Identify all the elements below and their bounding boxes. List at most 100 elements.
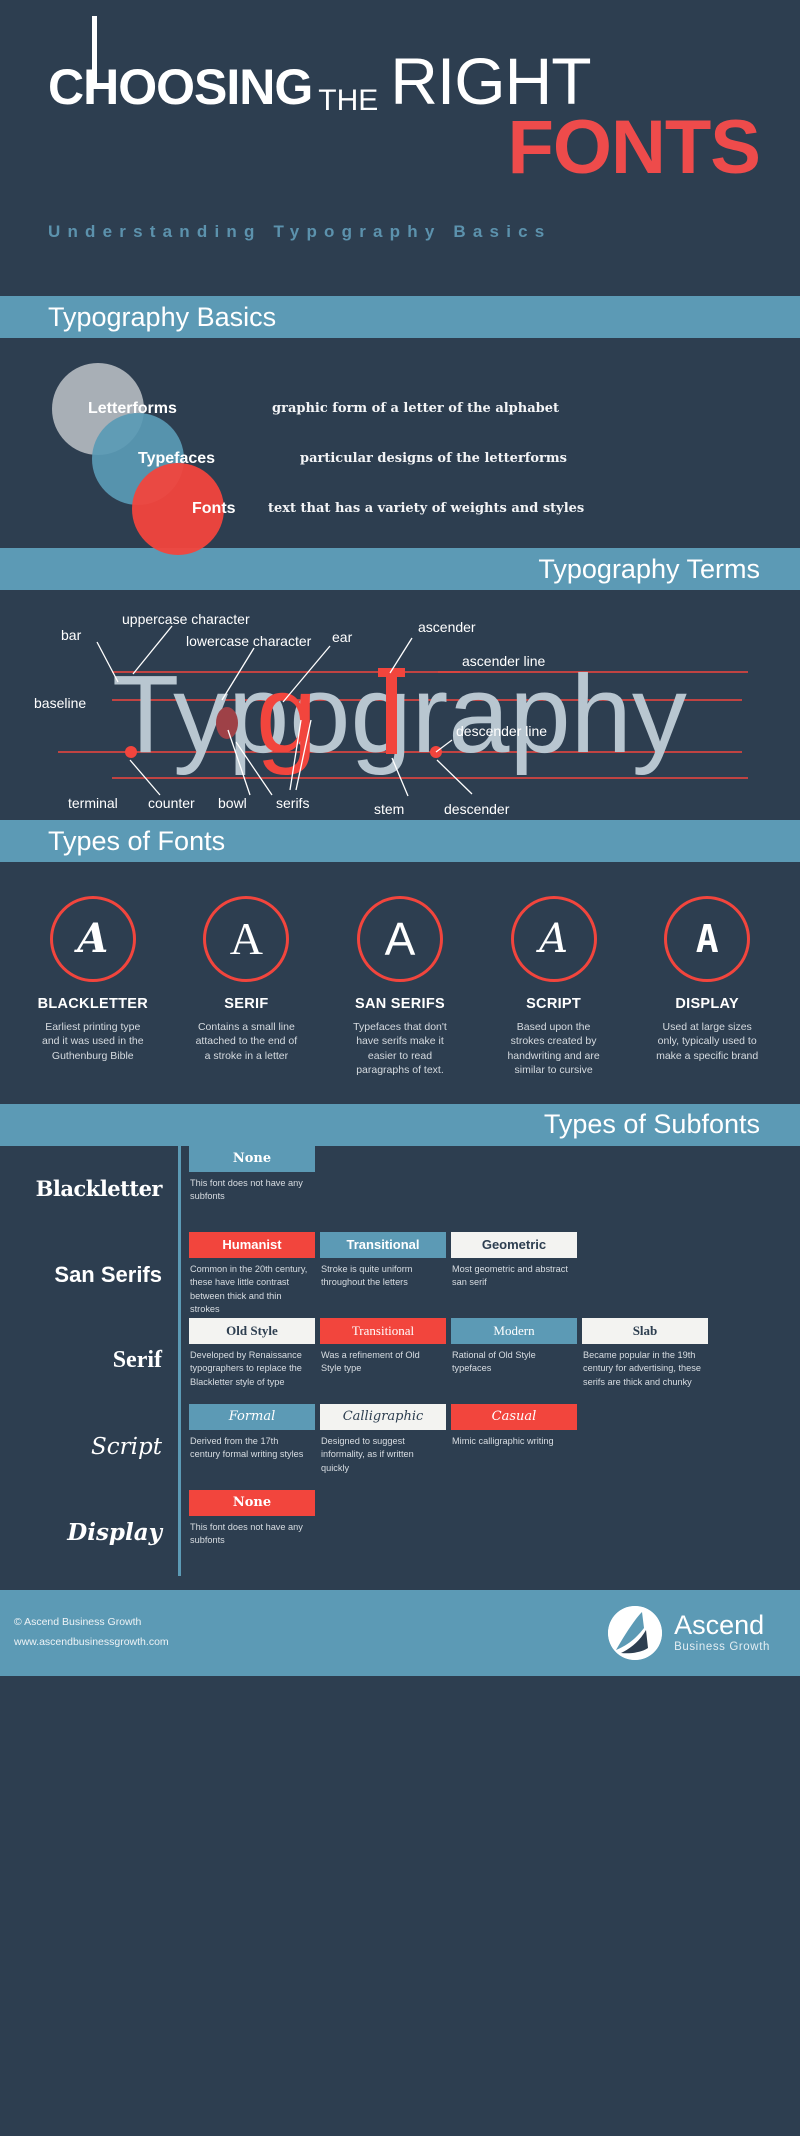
section-bar-terms: Typography Terms xyxy=(0,548,800,590)
stem-highlight xyxy=(386,668,397,754)
footer-text-block: © Ascend Business Growth www.ascendbusin… xyxy=(14,1613,169,1653)
subfont-cell-desc: Rational of Old Style typefaces xyxy=(452,1349,536,1374)
label-ear: ear xyxy=(332,629,353,645)
font-type-circle: A xyxy=(510,896,597,982)
letter-a-glyph: A xyxy=(77,915,109,962)
brand-tagline: Business Growth xyxy=(674,1641,770,1654)
subfont-cell: Modern Rational of Old Style typefaces xyxy=(451,1317,577,1404)
label-ascender: ascender xyxy=(418,619,476,635)
label-serifs: serifs xyxy=(276,795,309,811)
subfont-row-display: Display None This font does not have any… xyxy=(0,1489,800,1576)
terms-anatomy-diagram: Typography g bar uppercase character low… xyxy=(0,590,800,820)
font-type-name: BLACKLETTER xyxy=(37,996,149,1012)
subfont-cell-desc: Stroke is quite uniform throughout the l… xyxy=(321,1263,413,1288)
label-ascender-line: ascender line xyxy=(462,653,545,669)
subfont-cell: None This font does not have any subfont… xyxy=(189,1489,315,1576)
font-type-name: SCRIPT xyxy=(526,996,582,1012)
subfont-cell-desc: Developed by Renaissance typographers to… xyxy=(190,1349,302,1387)
subfont-chip[interactable]: Geometric xyxy=(451,1231,577,1258)
font-type-desc: Earliest printing type and it was used i… xyxy=(42,1021,144,1062)
subfont-cell-desc: This font does not have any subfonts xyxy=(190,1177,303,1202)
subfont-cells: None This font does not have any subfont… xyxy=(178,1145,320,1232)
subfont-row-san-serifs: San Serifs Humanist Common in the 20th c… xyxy=(0,1231,800,1318)
subfont-chip[interactable]: Formal xyxy=(189,1403,315,1430)
subfont-cell-desc: Most geometric and abstract san serif xyxy=(452,1263,568,1288)
font-type-desc: Contains a small line attached to the en… xyxy=(195,1021,298,1062)
section-bar-subfonts: Types of Subfonts xyxy=(0,1103,800,1146)
font-type-desc: Typefaces that don't have serifs make it… xyxy=(353,1021,447,1077)
subfont-cell-desc: This font does not have any subfonts xyxy=(190,1521,303,1546)
subfont-cell-desc: Was a refinement of Old Style type xyxy=(321,1349,420,1374)
ascender-highlight xyxy=(378,668,405,677)
font-type-circle: A xyxy=(203,896,290,982)
title-the: THE xyxy=(318,84,379,117)
infographic-page: CHOOSING THE RIGHT FONTS Understanding T… xyxy=(0,0,800,2136)
subfont-family-label: Blackletter xyxy=(35,1176,163,1202)
label-descender: descender xyxy=(444,801,510,817)
subfont-chip[interactable]: Transitional xyxy=(320,1317,446,1344)
label-bowl: bowl xyxy=(218,795,247,811)
subfont-cell-desc: Became popular in the 19th century for a… xyxy=(583,1349,701,1387)
subfont-cells: Formal Derived from the 17th century for… xyxy=(178,1403,582,1490)
subfont-chip[interactable]: Humanist xyxy=(189,1231,315,1258)
subfont-chip[interactable]: Transitional xyxy=(320,1231,446,1258)
venn-label-fonts: Fonts xyxy=(192,500,236,517)
footer-brand: Ascend Business Growth xyxy=(608,1605,770,1660)
section-title-subfonts: Types of Subfonts xyxy=(543,1109,760,1140)
footer-copyright: © Ascend Business Growth xyxy=(14,1616,142,1628)
font-types-list: A BLACKLETTER Earliest printing type and… xyxy=(0,862,800,1104)
subfont-chip[interactable]: Old Style xyxy=(189,1317,315,1344)
subfont-family-label: Serif xyxy=(112,1347,162,1374)
label-stem: stem xyxy=(374,801,404,817)
label-counter: counter xyxy=(148,795,195,811)
subfont-chip[interactable]: None xyxy=(189,1145,315,1172)
venn-label-typefaces: Typefaces xyxy=(138,450,216,467)
font-type-circle: A xyxy=(356,896,443,982)
subfont-cells: None This font does not have any subfont… xyxy=(178,1489,320,1576)
subfont-cell: Old Style Developed by Renaissance typog… xyxy=(189,1317,315,1404)
subfont-chip[interactable]: Modern xyxy=(451,1317,577,1344)
label-terminal: terminal xyxy=(68,795,118,811)
subfont-chip[interactable]: Calligraphic xyxy=(320,1403,446,1430)
font-type-desc: Used at large sizes only, typically used… xyxy=(656,1021,759,1062)
subfont-family-label: San Serifs xyxy=(54,1261,162,1287)
basics-venn: Letterforms Typefaces Fonts graphic form… xyxy=(0,338,800,555)
footer-website[interactable]: www.ascendbusinessgrowth.com xyxy=(14,1633,169,1653)
font-type-circle: A xyxy=(664,896,751,982)
section-title-types: Types of Fonts xyxy=(48,825,226,856)
letter-a-glyph: A xyxy=(229,913,263,964)
letter-a-glyph: A xyxy=(539,916,569,962)
subfont-family-label: Script xyxy=(91,1433,162,1460)
venn-desc-letterforms: graphic form of a letter of the alphabet xyxy=(272,401,560,416)
section-bar-basics: Typography Basics xyxy=(0,296,800,338)
font-type-desc: Based upon the strokes created by handwr… xyxy=(507,1021,600,1077)
counter-highlight xyxy=(216,707,238,739)
subfont-family-label: Display xyxy=(67,1519,162,1547)
font-type-san-serifs: A SAN SERIFS Typefaces that don't have s… xyxy=(332,896,467,1078)
font-type-blackletter: A BLACKLETTER Earliest printing type and… xyxy=(25,896,160,1078)
font-type-serif: A SERIF Contains a small line attached t… xyxy=(179,896,314,1078)
subfont-cell: Formal Derived from the 17th century for… xyxy=(189,1403,315,1490)
subfont-cells: Humanist Common in the 20th century, the… xyxy=(178,1231,582,1318)
subfont-row-script: Script Formal Derived from the 17th cent… xyxy=(0,1403,800,1490)
subfont-row-blackletter: Blackletter None This font does not have… xyxy=(0,1145,800,1232)
letter-a-glyph: A xyxy=(384,913,416,965)
label-uppercase: uppercase character xyxy=(122,611,250,627)
subfont-cell: Calligraphic Designed to suggest informa… xyxy=(320,1403,446,1490)
subfont-chip[interactable]: Slab xyxy=(582,1317,708,1344)
title-fonts: FONTS xyxy=(507,105,761,190)
venn-desc-typefaces: particular designs of the letterforms xyxy=(300,451,567,466)
label-descender-line: descender line xyxy=(456,723,547,739)
section-title-basics: Typography Basics xyxy=(48,301,277,332)
subfont-cell: Slab Became popular in the 19th century … xyxy=(582,1317,708,1404)
subfont-cell: Casual Mimic calligraphic writing xyxy=(451,1403,577,1490)
subfont-cell-desc: Common in the 20th century, these have l… xyxy=(190,1263,308,1314)
ascend-logo-icon xyxy=(608,1605,663,1660)
anatomy-svg: Typography g bar uppercase character low… xyxy=(34,611,748,817)
letter-a-glyph: A xyxy=(695,917,719,961)
subfont-cell: Humanist Common in the 20th century, the… xyxy=(189,1231,315,1318)
subfont-chip[interactable]: None xyxy=(189,1489,315,1516)
subfont-chip[interactable]: Casual xyxy=(451,1403,577,1430)
subfont-cell: None This font does not have any subfont… xyxy=(189,1145,315,1232)
label-lowercase: lowercase character xyxy=(186,633,312,649)
